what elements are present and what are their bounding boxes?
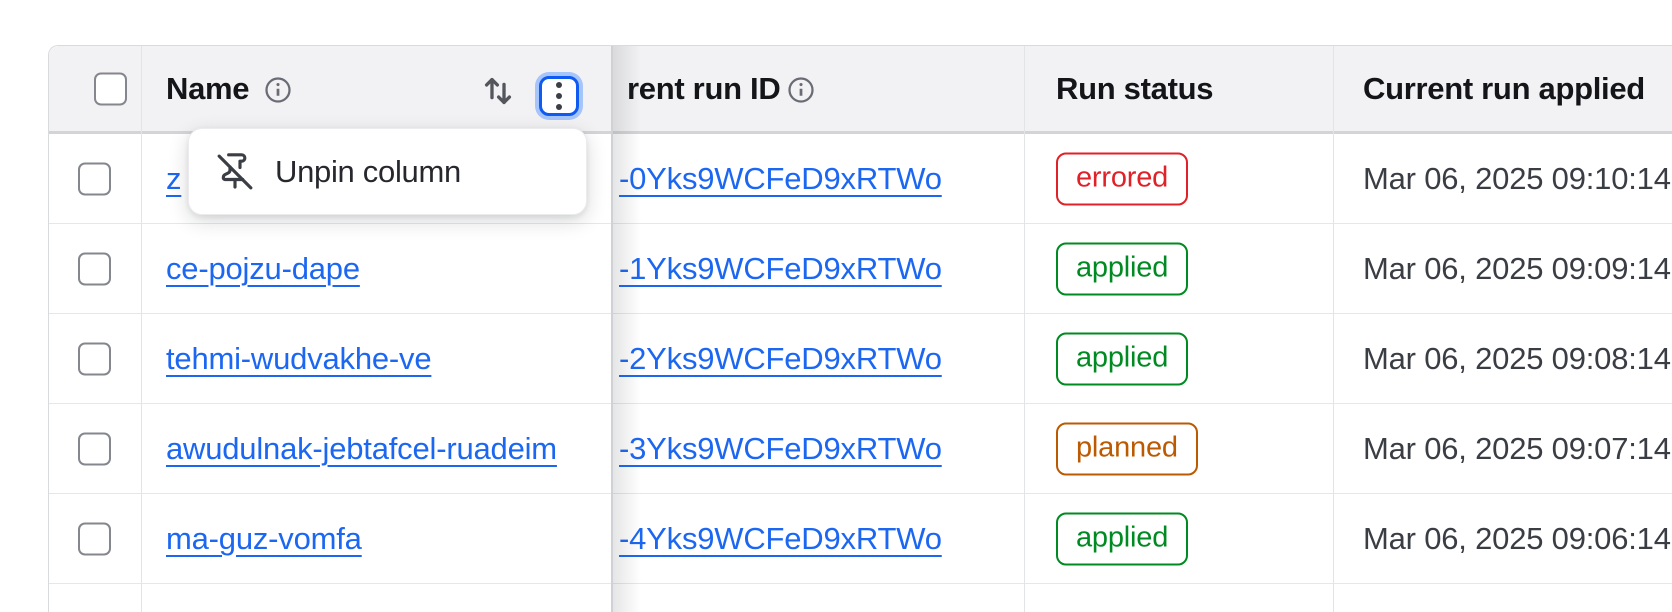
applied-timestamp: Mar 06, 2025 09:06:14 bbox=[1363, 521, 1671, 557]
applied-timestamp: Mar 06, 2025 09:09:14 bbox=[1363, 251, 1671, 287]
table-row: tehmi-wudvakhe-ve -2Yks9WCFeD9xRTWo appl… bbox=[49, 314, 1672, 404]
applied-timestamp: Mar 06, 2025 09:10:14 a bbox=[1363, 161, 1672, 197]
column-divider bbox=[1024, 46, 1025, 612]
workspace-name-link[interactable]: ce-pojzu-dape bbox=[166, 251, 360, 287]
pinned-column-edge bbox=[611, 46, 613, 612]
unpin-icon bbox=[215, 152, 255, 192]
run-id-info-icon[interactable] bbox=[786, 75, 816, 105]
table-row: ce-pojzu-dape -1Yks9WCFeD9xRTWo applied … bbox=[49, 224, 1672, 314]
run-id-link[interactable]: -0Yks9WCFeD9xRTWo bbox=[619, 161, 942, 197]
run-id-link[interactable]: -1Yks9WCFeD9xRTWo bbox=[619, 251, 942, 287]
table-row: ma-guz-vomfa -4Yks9WCFeD9xRTWo applied M… bbox=[49, 494, 1672, 584]
row-checkbox[interactable] bbox=[78, 432, 111, 465]
workspace-name-link[interactable]: z bbox=[166, 161, 181, 197]
row-checkbox[interactable] bbox=[78, 342, 111, 375]
column-menu-dropdown: Unpin column bbox=[188, 128, 587, 215]
table-header-row: Name rent run ID bbox=[49, 46, 1672, 134]
run-id-link[interactable]: -3Yks9WCFeD9xRTWo bbox=[619, 431, 942, 467]
workspace-name-link[interactable]: awudulnak-jebtafcel-ruadeim bbox=[166, 431, 557, 467]
unpin-column-menu-item[interactable]: Unpin column bbox=[189, 129, 586, 214]
column-header-name: Name bbox=[166, 71, 249, 107]
table-row: awudulnak-jebtafcel-ruadeim -3Yks9WCFeD9… bbox=[49, 404, 1672, 494]
name-info-icon[interactable] bbox=[263, 75, 293, 105]
select-all-checkbox[interactable] bbox=[94, 72, 127, 105]
applied-timestamp: Mar 06, 2025 09:07:14 bbox=[1363, 431, 1671, 467]
status-badge: errored bbox=[1056, 152, 1188, 205]
workspace-name-link[interactable]: ma-guz-vomfa bbox=[166, 521, 362, 557]
status-badge: applied bbox=[1056, 332, 1188, 385]
row-checkbox[interactable] bbox=[78, 252, 111, 285]
status-badge: applied bbox=[1056, 242, 1188, 295]
column-divider bbox=[1333, 46, 1334, 612]
run-id-link[interactable]: -2Yks9WCFeD9xRTWo bbox=[619, 341, 942, 377]
column-options-kebab-button[interactable] bbox=[539, 76, 579, 116]
run-id-link[interactable]: -4Yks9WCFeD9xRTWo bbox=[619, 521, 942, 557]
status-badge: applied bbox=[1056, 512, 1188, 565]
row-checkbox[interactable] bbox=[78, 162, 111, 195]
column-divider bbox=[141, 46, 142, 612]
column-header-run-id: rent run ID bbox=[627, 71, 780, 107]
workspace-name-link[interactable]: tehmi-wudvakhe-ve bbox=[166, 341, 431, 377]
applied-timestamp: Mar 06, 2025 09:08:14 bbox=[1363, 341, 1671, 377]
sort-icon[interactable] bbox=[479, 72, 517, 110]
status-badge: planned bbox=[1056, 422, 1198, 475]
column-header-current-run-applied: Current run applied bbox=[1363, 71, 1645, 107]
unpin-column-label: Unpin column bbox=[275, 154, 461, 190]
row-checkbox[interactable] bbox=[78, 522, 111, 555]
column-header-run-status: Run status bbox=[1056, 71, 1213, 107]
